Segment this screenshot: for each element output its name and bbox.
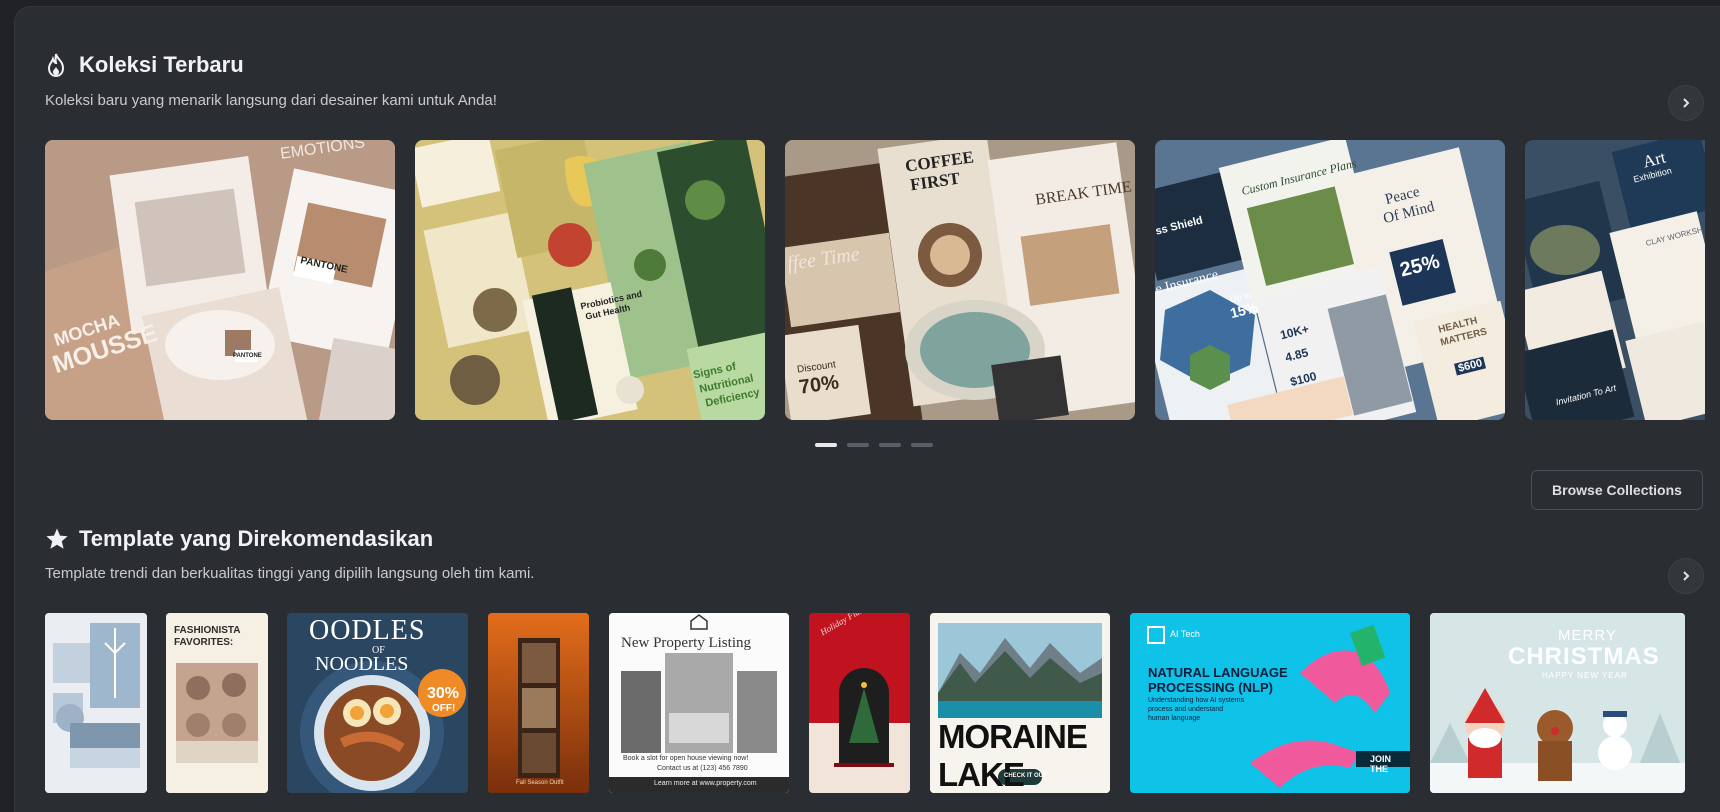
chevron-right-icon	[1683, 98, 1690, 108]
template-text: PROCESSING (NLP)	[1148, 680, 1273, 695]
collection-card[interactable]: COFFEE FIRST BREAK TIME ffee Time Discou…	[785, 140, 1135, 420]
template-text: Learn more at www.property.com	[654, 780, 757, 787]
template-text: Fall Season Outfit	[516, 780, 564, 786]
pagination-dot[interactable]	[847, 443, 869, 447]
template-card[interactable]: MERRY CHRISTMAS HAPPY NEW YEAR	[1430, 613, 1685, 793]
section-subtitle: Koleksi baru yang menarik langsung dari …	[45, 92, 497, 109]
template-text: OFF!	[432, 703, 456, 714]
template-text: New Property Listing	[621, 635, 751, 651]
recommended-heading: Template yang Direkomendasikan	[45, 526, 433, 552]
next-arrow-button[interactable]	[1668, 85, 1704, 121]
pagination-dot[interactable]	[911, 443, 933, 447]
collection-card[interactable]: Signs of Nutritional Deficiency Probioti…	[415, 140, 765, 420]
collection-card[interactable]: Art Exhibition CLAY WORKSH Invitation To…	[1525, 140, 1705, 420]
collections-carousel: MOCHA MOUSSE PANTONE PANTONE EMOTIONS Si…	[45, 140, 1705, 420]
template-card[interactable]	[45, 613, 147, 793]
template-text: Contact us at (123) 456 7890	[657, 765, 748, 772]
template-text: JOIN THE	[1370, 754, 1392, 774]
template-card[interactable]: Fall Season Outfit	[488, 613, 589, 793]
star-icon	[45, 527, 69, 551]
browse-collections-button[interactable]: Browse Collections	[1531, 470, 1703, 510]
new-collections-heading: Koleksi Terbaru	[45, 52, 244, 78]
template-text: CHRISTMAS	[1508, 643, 1660, 670]
template-card[interactable]: OODLES OF NOODLES 30% OFF!	[287, 613, 468, 793]
template-text: NOODLES	[315, 653, 409, 675]
pagination-dot[interactable]	[879, 443, 901, 447]
template-text: NATURAL LANGUAGE	[1148, 665, 1288, 680]
chevron-right-icon	[1683, 571, 1690, 581]
template-card[interactable]: New Property Listing Book a slot for ope…	[609, 613, 789, 793]
template-text: FAVORITES:	[174, 637, 234, 648]
template-text: AI Tech	[1170, 629, 1200, 639]
template-text: Book a slot for open house viewing now!	[623, 755, 749, 762]
template-card[interactable]: Holiday Flash Sale	[809, 613, 910, 793]
pagination-dot[interactable]	[815, 443, 837, 447]
template-text: Understanding how AI systems	[1148, 697, 1245, 704]
section-title: Koleksi Terbaru	[79, 52, 244, 77]
template-text: MORAINE LAKE	[938, 718, 1088, 793]
template-text: OODLES	[309, 615, 426, 646]
flame-icon	[45, 53, 69, 77]
template-text: MERRY	[1558, 627, 1617, 644]
template-text: CHECK IT OUT	[1004, 773, 1047, 779]
template-text: 30%	[427, 685, 460, 702]
template-text: human language	[1148, 715, 1201, 722]
template-card[interactable]: MORAINE LAKE CHECK IT OUT	[930, 613, 1110, 793]
carousel-pagination	[815, 443, 933, 447]
template-card[interactable]: AI Tech NATURAL LANGUAGE PROCESSING (NLP…	[1130, 613, 1410, 793]
section-subtitle: Template trendi dan berkualitas tinggi y…	[45, 565, 535, 582]
card-text: PANTONE	[233, 353, 262, 359]
template-text: FASHIONISTA	[174, 625, 241, 636]
next-arrow-button[interactable]	[1668, 558, 1704, 594]
template-text: process and understand	[1148, 706, 1224, 713]
collection-card[interactable]: MOCHA MOUSSE PANTONE PANTONE EMOTIONS	[45, 140, 395, 420]
template-card[interactable]: FASHIONISTA FAVORITES:	[166, 613, 268, 793]
collection-card[interactable]: Custom Insurance Plans Peace Of Mind 25%…	[1155, 140, 1505, 420]
section-title: Template yang Direkomendasikan	[79, 526, 434, 551]
template-text: HAPPY NEW YEAR	[1542, 671, 1628, 680]
